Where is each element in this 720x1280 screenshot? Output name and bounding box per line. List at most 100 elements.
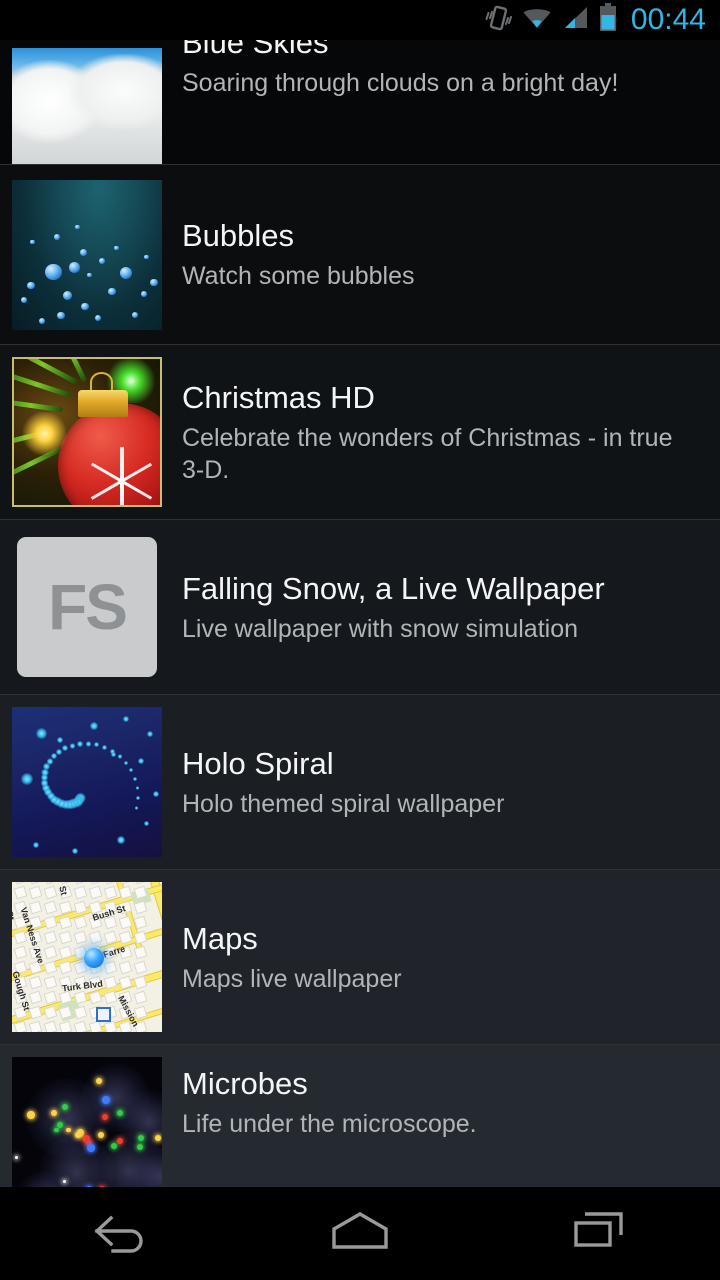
thumb-particle [144,821,149,826]
list-item[interactable]: Blue Skies Soaring through clouds on a b… [0,40,720,165]
thumb-particle [153,791,159,797]
thumb-particle [75,224,80,229]
thumb-particle [69,262,80,273]
falling-snow-icon: FS [17,537,157,677]
list-item-subtitle: Live wallpaper with snow simulation [182,614,579,643]
thumb-particle [111,1142,117,1149]
list-item[interactable]: Microbes Life under the microscope. [0,1045,720,1187]
thumb-particle [117,754,123,759]
thumb-particle [54,233,60,240]
map-feature [13,945,28,960]
wifi-icon [522,4,552,37]
thumb-particle [108,287,116,295]
map-feature [13,1020,28,1032]
map-feature [28,900,43,915]
map-feature [133,990,148,1005]
list-item-title: Blue Skies [182,40,329,60]
falling-snow-thumbnail: FS [12,532,162,682]
thumb-particle [66,1127,71,1132]
list-item-title: Maps [182,920,258,956]
list-item-title: Holo Spiral [182,745,334,781]
map-feature [28,885,43,900]
cellular-signal-icon [561,4,589,37]
map-feature [28,990,43,1005]
list-item[interactable]: Van Ness Ave Bush St O'Farre Turk Blvd G… [0,870,720,1045]
map-feature [73,885,88,900]
map-feature [58,882,73,885]
thumb-particle [54,1127,59,1132]
thumb-particle [123,716,129,722]
thumb-particle [27,281,35,289]
thumb-particle [39,317,45,324]
map-feature [118,960,133,975]
map-feature [28,1020,43,1032]
thumb-particle [77,741,83,747]
thumb-particle [129,768,134,773]
thumbnail-container [12,707,162,857]
thumb-particle [61,1103,68,1110]
thumb-particle [90,722,98,730]
back-button[interactable] [0,1187,240,1280]
thumbnail-container [12,1057,162,1187]
list-item[interactable]: Christmas HD Celebrate the wonders of Ch… [0,345,720,520]
thumb-particle [117,836,125,844]
map-feature [43,885,58,900]
thumb-particle [102,1096,110,1104]
thumb-particle [30,239,35,244]
holo-spiral-thumbnail [12,707,162,857]
thumbnail-container [12,48,162,164]
thumb-particle [138,758,144,764]
list-item-subtitle: Celebrate the wonders of Christmas - in … [182,423,673,484]
battery-icon [598,2,618,38]
thumb-particle [72,848,78,854]
snowflake [81,441,160,505]
thumbnail-container [12,179,162,330]
home-button[interactable] [240,1187,480,1280]
thumb-particle [56,748,63,755]
thumb-particle [135,806,139,810]
map-feature [43,930,58,945]
thumb-particle [102,1114,108,1120]
map-feature [103,990,118,1005]
thumb-particle [15,1156,18,1159]
map-feature [73,915,88,930]
map-feature [88,1020,103,1032]
thumb-particle [138,1135,144,1141]
thumb-particle [63,1180,66,1183]
bubbles-thumbnail [12,179,162,330]
wallpaper-list[interactable]: Blue Skies Soaring through clouds on a b… [0,40,720,1187]
thumb-particle [135,786,140,790]
thumb-particle [150,278,158,286]
list-item-title: Bubbles [182,218,295,253]
list-item-texts: Bubbles Watch some bubbles [182,217,720,292]
recents-button[interactable] [480,1187,720,1280]
recents-icon [565,1209,635,1258]
navigation-bar [0,1187,720,1280]
blue-skies-thumbnail [12,48,162,164]
list-item[interactable]: Bubbles Watch some bubbles [0,165,720,345]
map-feature [103,960,118,975]
microbes-thumbnail [12,1057,162,1187]
thumb-particle [102,744,108,750]
thumb-particle [36,728,47,739]
map-feature [88,930,103,945]
list-item[interactable]: Holo Spiral Holo themed spiral wallpaper [0,695,720,870]
thumb-particle [75,1132,81,1138]
thumb-particle [144,254,149,259]
thumb-particle [117,1109,123,1116]
thumb-particle [99,257,105,264]
location-dot-icon [84,948,104,968]
thumb-particle [141,290,147,297]
map-feature [88,882,103,885]
map-feature [43,1020,58,1032]
thumb-particle [87,1144,95,1152]
map-marker-icon [96,1006,111,1022]
thumb-particle [136,796,140,800]
thumb-particle [94,314,101,321]
map-feature [73,930,88,945]
map-feature [133,915,148,930]
christmas-hd-thumbnail [12,357,162,507]
thumbnail-container: FS [12,532,162,682]
list-item[interactable]: FS Falling Snow, a Live Wallpaper Live w… [0,520,720,695]
thumbnail-container [12,357,162,507]
